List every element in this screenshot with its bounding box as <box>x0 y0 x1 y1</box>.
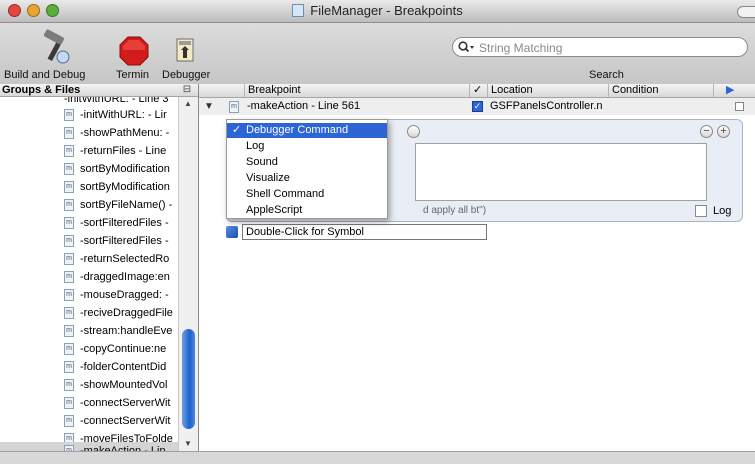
source-file-icon: m <box>64 343 74 355</box>
toolbar: Build and Debug Termin Debugger Search <box>0 23 755 85</box>
search-label: Search <box>589 69 624 81</box>
title-bar: FileManager - Breakpoints <box>0 0 755 23</box>
list-item[interactable]: m -sortFilteredFiles - <box>0 214 178 232</box>
groups-files-title: Groups & Files <box>2 84 81 96</box>
menu-item-sound[interactable]: Sound <box>227 155 387 170</box>
breakpoint-file-list: -initWithURL: - Line 3 m -initWithURL: - … <box>0 97 178 451</box>
enabled-checkbox[interactable]: ✓ <box>472 101 483 112</box>
menu-item-visualize[interactable]: Visualize <box>227 171 387 186</box>
search-field[interactable] <box>452 37 748 57</box>
hammer-icon <box>43 29 70 64</box>
source-file-icon: m <box>64 127 74 139</box>
source-file-icon: m <box>64 181 74 193</box>
play-arrow-icon: ▶ <box>726 84 735 96</box>
source-file-icon: m <box>64 307 74 319</box>
source-file-icon: m <box>64 415 74 427</box>
status-bar <box>0 451 755 464</box>
log-label: Log <box>713 205 732 217</box>
search-input[interactable] <box>477 40 741 56</box>
source-file-icon: m <box>64 217 74 229</box>
symbol-row: Double-Click for Symbol <box>226 224 743 242</box>
search-icon[interactable] <box>458 41 475 54</box>
column-location[interactable]: Location <box>487 84 608 97</box>
checkmark-icon: ✓ <box>232 124 242 136</box>
column-enabled[interactable]: ✓ <box>469 84 487 97</box>
list-item[interactable]: m sortByFileName() - <box>0 196 178 214</box>
terminate-button[interactable] <box>119 36 149 66</box>
toolbar-toggle-button[interactable] <box>737 6 755 18</box>
list-item[interactable]: m -draggedImage:en <box>0 268 178 286</box>
breakpoint-row[interactable]: ▼ m -makeAction - Line 561 ✓ GSFPanelsCo… <box>199 98 755 115</box>
source-file-icon: m <box>64 271 74 283</box>
list-item[interactable]: m sortByModification <box>0 178 178 196</box>
source-file-icon: m <box>64 397 74 409</box>
menu-item-debugger-command[interactable]: ✓ Debugger Command <box>227 123 387 138</box>
list-item[interactable]: m -stream:handleEve <box>0 322 178 340</box>
list-item[interactable]: m -mouseDragged: - <box>0 286 178 304</box>
list-item[interactable]: m -initWithURL: - Lir <box>0 106 178 124</box>
source-file-icon: m <box>64 235 74 247</box>
source-file-icon: m <box>64 361 74 373</box>
pane-split-icon[interactable]: ⊟ <box>180 84 194 96</box>
source-file-icon: m <box>64 199 74 211</box>
breakpoint-label: -makeAction - Line 561 <box>247 100 361 112</box>
menu-item-applescript[interactable]: AppleScript <box>227 203 387 218</box>
action-remove-button[interactable] <box>407 125 420 138</box>
action-type-menu: ✓ Debugger Command Log Sound Visualize Sh… <box>226 119 388 219</box>
disclosure-triangle-icon[interactable]: ▼ <box>204 98 214 115</box>
add-action-icon[interactable]: + <box>717 125 730 138</box>
list-item-selected[interactable]: m -makeAction - Lin <box>0 442 178 451</box>
stop-sign-icon <box>119 36 149 66</box>
groups-files-header: Groups & Files <box>0 84 198 97</box>
breakpoint-location: GSFPanelsController.n <box>490 100 603 112</box>
list-item[interactable]: m -showPathMenu: - <box>0 124 178 142</box>
scroll-down-arrow-icon[interactable]: ▼ <box>184 439 192 448</box>
scroll-thumb[interactable] <box>182 329 195 429</box>
build-debug-button[interactable] <box>36 29 74 65</box>
breakpoints-header: Breakpoint ✓ Location Condition ▶ <box>199 84 755 98</box>
column-actions[interactable]: ▶ <box>713 84 755 97</box>
scroll-up-arrow-icon[interactable]: ▲ <box>184 99 192 108</box>
debugger-label[interactable]: Debugger <box>162 69 210 81</box>
list-item[interactable]: m -copyContinue:ne <box>0 340 178 358</box>
project-document-icon <box>292 4 305 17</box>
list-item[interactable]: m -connectServerWit <box>0 394 178 412</box>
source-file-icon: m <box>64 253 74 265</box>
source-file-icon: m <box>229 101 239 113</box>
list-item[interactable]: m -returnFiles - Line <box>0 142 178 160</box>
column-breakpoint[interactable]: Breakpoint <box>244 84 469 97</box>
source-file-icon: m <box>64 163 74 175</box>
symbol-input[interactable]: Double-Click for Symbol <box>242 224 487 240</box>
symbol-cube-icon <box>226 226 238 238</box>
log-checkbox[interactable] <box>695 205 707 217</box>
list-item[interactable]: m -connectServerWit <box>0 412 178 430</box>
source-file-icon: m <box>64 145 74 157</box>
list-item[interactable]: m -showMountedVol <box>0 376 178 394</box>
menu-item-shell-command[interactable]: Shell Command <box>227 187 387 202</box>
list-item[interactable]: m -returnSelectedRo <box>0 250 178 268</box>
breakpoint-option-checkbox[interactable] <box>735 102 744 111</box>
remove-action-icon[interactable]: − <box>700 125 713 138</box>
debugger-window-icon <box>176 38 194 62</box>
left-scrollbar[interactable]: ▲ ▼ <box>178 97 198 451</box>
list-item[interactable]: m sortByModification <box>0 160 178 178</box>
window-title-wrap: FileManager - Breakpoints <box>0 3 755 18</box>
source-file-icon: m <box>64 109 74 121</box>
column-condition[interactable]: Condition <box>608 84 713 97</box>
list-item[interactable]: m -reciveDraggedFile <box>0 304 178 322</box>
debugger-button[interactable] <box>176 38 194 62</box>
groups-files-pane: Groups & Files ⊟ -initWithURL: - Line 3 … <box>0 84 199 451</box>
terminate-label[interactable]: Termin <box>116 69 149 81</box>
window-title: FileManager - Breakpoints <box>310 3 463 18</box>
menu-item-log[interactable]: Log <box>227 139 387 154</box>
source-file-icon: m <box>64 379 74 391</box>
command-hint-text: d apply all bt") <box>423 205 487 216</box>
source-file-icon: m <box>64 325 74 337</box>
debugger-command-textarea[interactable] <box>415 143 707 201</box>
source-file-icon: m <box>64 289 74 301</box>
list-item[interactable]: m -sortFilteredFiles - <box>0 232 178 250</box>
build-debug-label[interactable]: Build and Debug <box>4 69 85 81</box>
list-item[interactable]: m -folderContentDid <box>0 358 178 376</box>
